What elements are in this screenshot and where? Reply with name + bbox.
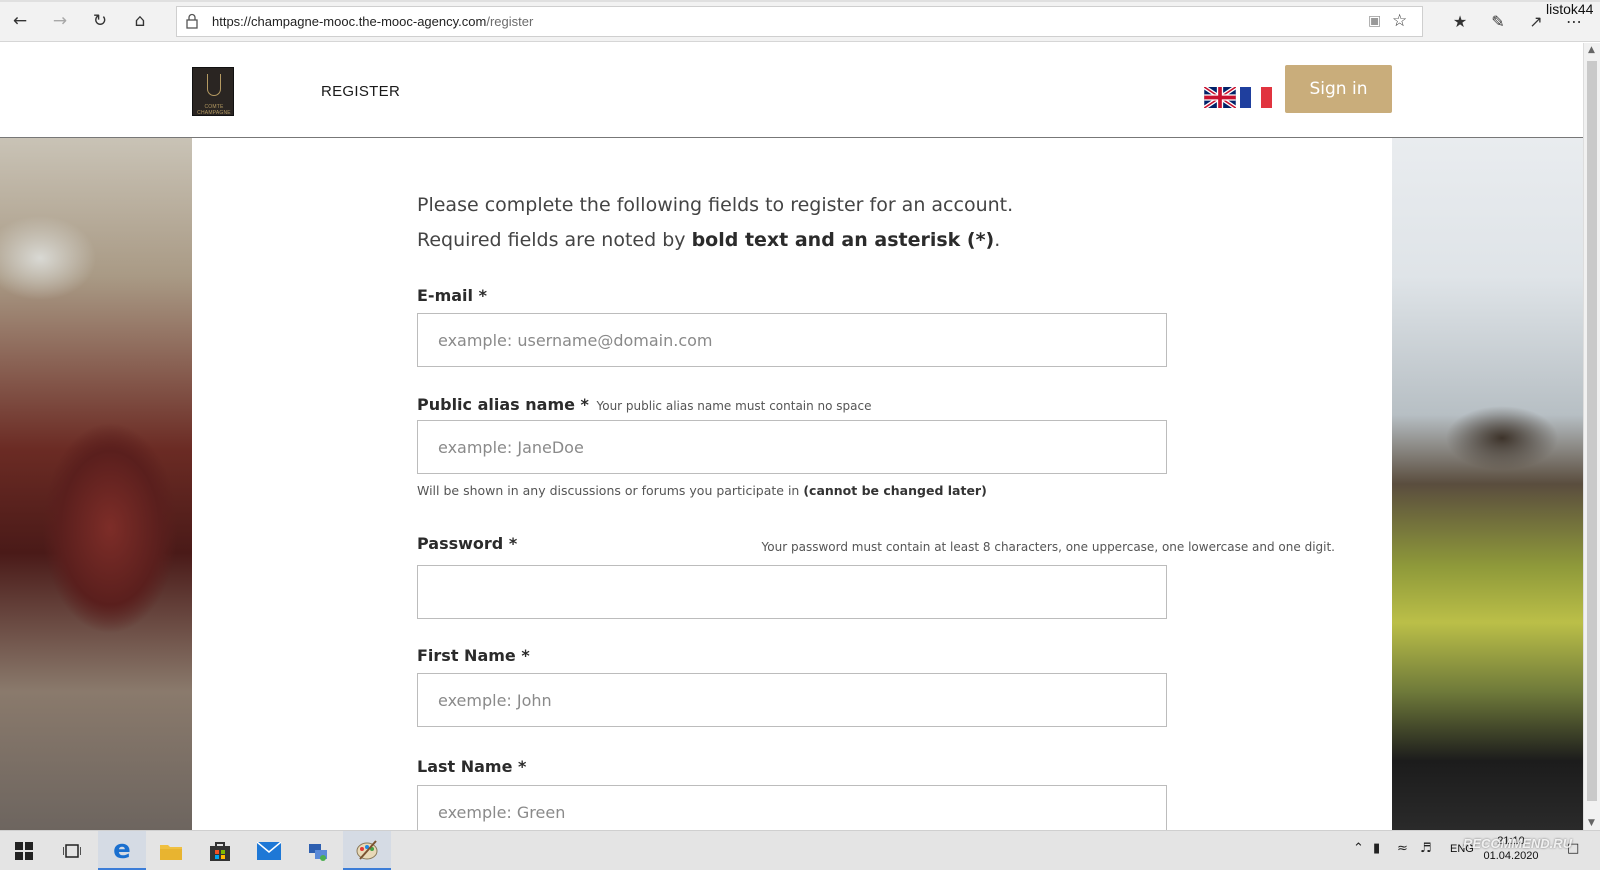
volume-icon[interactable]: ♬ bbox=[1420, 841, 1432, 856]
store-icon[interactable] bbox=[196, 831, 244, 870]
nav-register[interactable]: REGISTER bbox=[321, 83, 400, 100]
intro-line-2: Required fields are noted by bold text a… bbox=[417, 223, 1117, 258]
intro-line-2-prefix: Required fields are noted by bbox=[417, 229, 692, 251]
alias-label-row: Public alias name * Your public alias na… bbox=[417, 395, 872, 414]
intro-line-2-suffix: . bbox=[994, 229, 1001, 251]
paint-app-icon[interactable] bbox=[343, 831, 391, 870]
show-hidden-icons-icon[interactable]: ⌃ bbox=[1353, 841, 1364, 856]
background-photo-left bbox=[0, 138, 192, 830]
scroll-down-icon[interactable]: ▼ bbox=[1588, 818, 1595, 828]
email-field[interactable] bbox=[417, 313, 1167, 367]
intro-line-1: Please complete the following fields to … bbox=[417, 194, 1014, 216]
alias-note: Will be shown in any discussions or foru… bbox=[417, 483, 987, 498]
edge-browser-icon[interactable]: e bbox=[98, 831, 146, 870]
windows-taskbar: e ⌃ ▮ ≈ ♬ ENG 21:10 01.04.2020 □ bbox=[0, 830, 1600, 870]
alias-field[interactable] bbox=[417, 420, 1167, 474]
file-explorer-icon[interactable] bbox=[147, 831, 195, 870]
url-text: https://champagne-mooc.the-mooc-agency.c… bbox=[212, 14, 533, 29]
pen-notes-icon[interactable]: ✎ bbox=[1485, 8, 1511, 34]
alias-note-bold: (cannot be changed later) bbox=[803, 483, 987, 498]
wifi-icon[interactable]: ≈ bbox=[1397, 841, 1408, 856]
password-field[interactable] bbox=[417, 565, 1167, 619]
back-icon[interactable]: ← bbox=[7, 8, 33, 34]
forward-icon[interactable]: → bbox=[47, 8, 73, 34]
first-name-label: First Name * bbox=[417, 646, 530, 665]
url-domain: https://champagne-mooc.the-mooc-agency.c… bbox=[212, 14, 487, 29]
background-photo-right bbox=[1392, 138, 1583, 830]
refresh-icon[interactable]: ↻ bbox=[87, 8, 113, 34]
battery-icon[interactable]: ▮ bbox=[1373, 841, 1380, 856]
champagne-glass-icon bbox=[207, 74, 221, 96]
start-windows-icon[interactable] bbox=[0, 831, 48, 870]
page-scrollbar[interactable]: ▲ ▼ bbox=[1583, 43, 1600, 830]
mail-icon[interactable] bbox=[245, 831, 293, 870]
task-view-icon[interactable] bbox=[48, 831, 96, 870]
france-flag-icon[interactable] bbox=[1240, 87, 1273, 108]
home-icon[interactable]: ⌂ bbox=[127, 8, 153, 34]
reading-view-icon[interactable]: ▣ bbox=[1368, 13, 1386, 31]
password-hint: Your password must contain at least 8 ch… bbox=[761, 540, 1335, 554]
site-logo[interactable]: COMTE CHAMPAGNE bbox=[192, 67, 234, 116]
lock-icon bbox=[186, 13, 198, 29]
tab-strip bbox=[0, 0, 1600, 2]
uk-flag-icon[interactable] bbox=[1204, 87, 1236, 108]
watermark: RECOMMEND.RU bbox=[1463, 836, 1573, 851]
sign-in-button[interactable]: Sign in bbox=[1285, 65, 1392, 113]
favorites-list-icon[interactable]: ★ bbox=[1447, 8, 1473, 34]
clock-date: 01.04.2020 bbox=[1483, 850, 1539, 862]
last-name-field[interactable] bbox=[417, 785, 1167, 830]
site-header: COMTE CHAMPAGNE REGISTER Sign in bbox=[0, 43, 1583, 138]
alias-hint: Your public alias name must contain no s… bbox=[596, 399, 872, 413]
scroll-thumb[interactable] bbox=[1587, 61, 1597, 801]
favorite-star-icon[interactable]: ☆ bbox=[1392, 11, 1412, 31]
alias-note-text: Will be shown in any discussions or foru… bbox=[417, 483, 804, 498]
last-name-label: Last Name * bbox=[417, 757, 527, 776]
user-name: listok44 bbox=[1546, 1, 1594, 17]
scroll-up-icon[interactable]: ▲ bbox=[1588, 45, 1595, 55]
address-bar[interactable]: https://champagne-mooc.the-mooc-agency.c… bbox=[176, 6, 1423, 37]
email-label: E-mail * bbox=[417, 286, 487, 305]
password-label: Password * bbox=[417, 534, 518, 553]
intro-line-2-bold: bold text and an asterisk (*) bbox=[691, 229, 995, 251]
web-page: COMTE CHAMPAGNE REGISTER Sign in Please … bbox=[0, 43, 1583, 830]
browser-toolbar: ← → ↻ ⌂ https://champagne-mooc.the-mooc-… bbox=[0, 0, 1600, 42]
url-path: /register bbox=[486, 14, 534, 29]
intro-text: Please complete the following fields to … bbox=[417, 188, 1117, 258]
alias-label: Public alias name * bbox=[417, 395, 589, 414]
registration-panel: Please complete the following fields to … bbox=[192, 138, 1392, 830]
network-app-icon[interactable] bbox=[294, 831, 342, 870]
first-name-field[interactable] bbox=[417, 673, 1167, 727]
logo-text: COMTE CHAMPAGNE bbox=[197, 104, 231, 116]
